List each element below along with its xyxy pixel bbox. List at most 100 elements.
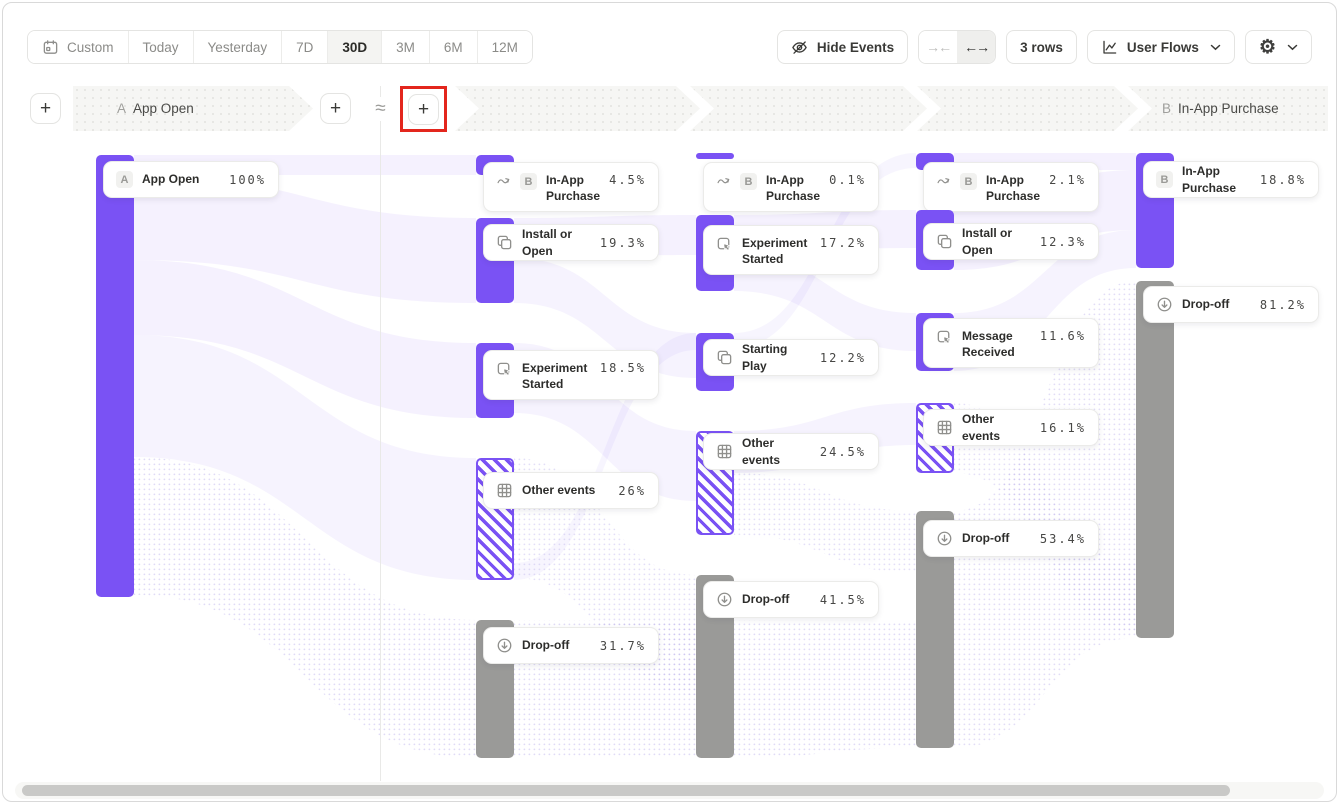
rows-button[interactable]: 3 rows bbox=[1006, 30, 1077, 64]
drop-icon bbox=[716, 591, 733, 608]
date-range-12m[interactable]: 12M bbox=[478, 31, 532, 63]
flow-node-in-app-purchase[interactable]: B In-App Purchase 18.8% bbox=[1143, 161, 1319, 198]
flow-node-in-app-purchase[interactable]: BIn-App Purchase4.5% bbox=[483, 162, 659, 212]
event-letter-badge: B bbox=[1156, 171, 1173, 188]
flow-node-percentage: 2.1% bbox=[1049, 173, 1086, 187]
flow-node-app-open[interactable]: AApp Open100% bbox=[103, 161, 279, 198]
flow-node-label: Other events bbox=[742, 435, 811, 467]
flow-bar-drop-off[interactable] bbox=[1136, 281, 1174, 638]
collapse-columns-button[interactable]: →← bbox=[919, 31, 957, 63]
date-range-custom[interactable]: Custom bbox=[28, 31, 129, 63]
flow-node-percentage: 53.4% bbox=[1040, 532, 1086, 546]
flow-node-other-events[interactable]: Other events 24.5% bbox=[703, 433, 879, 470]
flow-node-drop-off[interactable]: Drop-off53.4% bbox=[923, 520, 1099, 557]
flow-node-install-or-open[interactable]: Install or Open19.3% bbox=[483, 224, 659, 261]
date-range-label: 3M bbox=[396, 40, 415, 55]
add-step-left-button[interactable]: + bbox=[30, 93, 61, 124]
squares-icon bbox=[716, 349, 733, 366]
flow-node-drop-off[interactable]: Drop-off41.5% bbox=[703, 581, 879, 618]
flow-node-starting-play[interactable]: Starting Play 12.2% bbox=[703, 339, 879, 376]
date-range-label: 6M bbox=[444, 40, 463, 55]
squares-icon bbox=[936, 233, 953, 250]
flow-node-label: Drop-off bbox=[522, 637, 591, 653]
custom-event-icon bbox=[496, 361, 513, 378]
date-range-3m[interactable]: 3M bbox=[382, 31, 430, 63]
date-range-30d[interactable]: 30D bbox=[328, 31, 382, 63]
flow-node-percentage: 12.3% bbox=[1040, 235, 1086, 249]
eye-off-icon bbox=[791, 39, 808, 56]
flow-node-percentage: 100% bbox=[229, 173, 266, 187]
flow-node-percentage: 18.8% bbox=[1260, 173, 1306, 187]
flow-node-label: In-App Purchase bbox=[766, 172, 820, 204]
add-step-after-a-button[interactable]: + bbox=[320, 93, 351, 124]
date-range-yesterday[interactable]: Yesterday bbox=[194, 31, 283, 63]
step-header-label: In-App Purchase bbox=[1178, 101, 1279, 116]
flow-node-other-events[interactable]: Other events16.1% bbox=[923, 409, 1099, 446]
flow-node-label: In-App Purchase bbox=[546, 172, 600, 204]
flow-node-label: In-App Purchase bbox=[986, 172, 1040, 204]
calendar-icon bbox=[42, 39, 59, 56]
flow-node-label: In-App Purchase bbox=[1182, 163, 1251, 195]
event-letter-badge: A bbox=[116, 171, 133, 188]
flow-node-percentage: 18.5% bbox=[600, 361, 646, 375]
step-header-1: AApp Open bbox=[73, 86, 313, 131]
date-range-today[interactable]: Today bbox=[129, 31, 194, 63]
drop-icon bbox=[496, 637, 513, 654]
flow-node-in-app-purchase[interactable]: BIn-App Purchase2.1% bbox=[923, 162, 1099, 212]
flow-node-install-or-open[interactable]: Install or Open 12.3% bbox=[923, 223, 1099, 260]
flow-node-experiment-started[interactable]: Experiment Started18.5% bbox=[483, 350, 659, 400]
date-range-7d[interactable]: 7D bbox=[282, 31, 328, 63]
custom-event-icon bbox=[716, 236, 733, 253]
flow-node-message-received[interactable]: Message Received 11.6% bbox=[923, 318, 1099, 368]
flow-node-percentage: 16.1% bbox=[1040, 421, 1086, 435]
flow-arrow-icon bbox=[496, 173, 511, 188]
width-toggle: →← ←→ bbox=[918, 30, 996, 64]
drop-icon bbox=[1156, 296, 1173, 313]
grid-icon bbox=[716, 443, 733, 460]
flow-node-label: Install or Open bbox=[962, 225, 1031, 257]
chevron-down-icon bbox=[1287, 44, 1298, 51]
flow-node-percentage: 81.2% bbox=[1260, 298, 1306, 312]
expand-columns-button[interactable]: ←→ bbox=[957, 31, 995, 63]
horizontal-scrollbar-thumb[interactable] bbox=[22, 785, 1230, 796]
step-header-5: BIn-App Purchase bbox=[1128, 86, 1328, 131]
flow-node-other-events[interactable]: Other events26% bbox=[483, 472, 659, 509]
flow-node-label: Other events bbox=[522, 482, 609, 498]
flow-node-drop-off[interactable]: Drop-off81.2% bbox=[1143, 286, 1319, 323]
date-range-label: 7D bbox=[296, 40, 313, 55]
flow-node-label: Message Received bbox=[962, 328, 1031, 360]
squares-icon bbox=[496, 234, 513, 251]
flow-node-experiment-started[interactable]: Experiment Started17.2% bbox=[703, 225, 879, 275]
flow-node-drop-off[interactable]: Drop-off31.7% bbox=[483, 627, 659, 664]
custom-event-icon bbox=[936, 329, 953, 346]
approx-symbol: ≈ bbox=[369, 97, 392, 121]
date-range-selector: Custom Today Yesterday 7D 30D 3M 6M 12M bbox=[27, 30, 533, 64]
flow-node-percentage: 24.5% bbox=[820, 445, 866, 459]
date-range-label: Custom bbox=[67, 40, 114, 55]
hide-events-button[interactable]: Hide Events bbox=[777, 30, 908, 64]
date-range-6m[interactable]: 6M bbox=[430, 31, 478, 63]
view-selector-button[interactable]: User Flows bbox=[1087, 30, 1235, 64]
date-range-label: 30D bbox=[342, 40, 367, 55]
flow-bar-app-open[interactable] bbox=[96, 155, 134, 597]
flow-node-in-app-purchase[interactable]: BIn-App Purchase0.1% bbox=[703, 162, 879, 212]
flow-bar-in-app-purchase[interactable] bbox=[696, 153, 734, 159]
app-window: AApp Open100%BIn-App Purchase4.5%Install… bbox=[2, 2, 1337, 802]
flow-node-percentage: 0.1% bbox=[829, 173, 866, 187]
date-range-label: 12M bbox=[492, 40, 518, 55]
anchor-divider-line bbox=[380, 86, 381, 781]
horizontal-scrollbar[interactable] bbox=[15, 782, 1324, 799]
drop-icon bbox=[936, 530, 953, 547]
date-range-label: Yesterday bbox=[208, 40, 268, 55]
flow-arrow-icon bbox=[936, 173, 951, 188]
step-header-3 bbox=[690, 86, 927, 131]
flow-node-percentage: 11.6% bbox=[1040, 329, 1086, 343]
step-header-label: App Open bbox=[133, 101, 194, 116]
gear-icon: ⚙ bbox=[1259, 38, 1276, 57]
flow-node-percentage: 12.2% bbox=[820, 351, 866, 365]
step-header-4 bbox=[917, 86, 1138, 131]
event-letter-badge: B bbox=[520, 173, 537, 190]
flow-node-label: Starting Play bbox=[742, 341, 811, 373]
chevron-down-icon bbox=[1210, 44, 1221, 51]
settings-button[interactable]: ⚙ bbox=[1245, 30, 1312, 64]
